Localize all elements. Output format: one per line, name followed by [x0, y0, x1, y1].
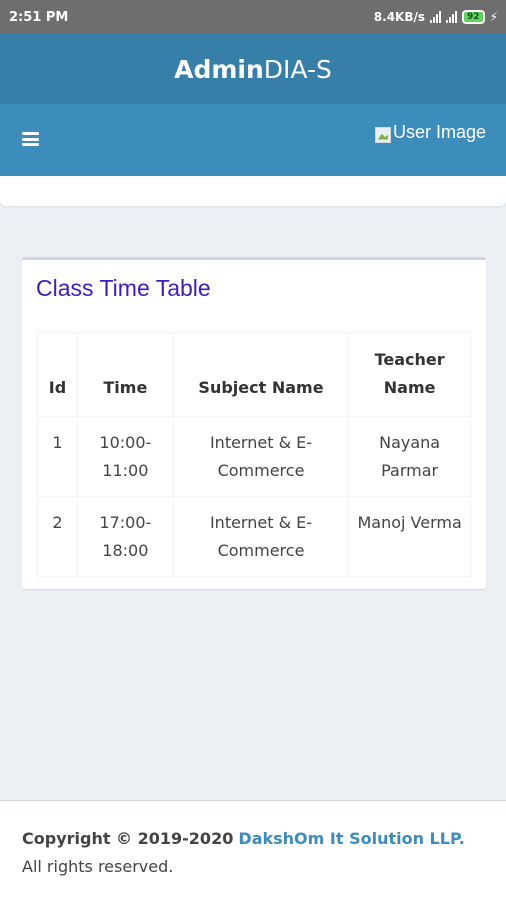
logo-bold: Admin: [174, 54, 264, 84]
table-row: 2 17:00-18:00 Internet & E-Commerce Mano…: [37, 496, 471, 577]
col-header-id: Id: [37, 332, 78, 417]
cell-subject: Internet & E-Commerce: [172, 496, 350, 577]
cell-id: 1: [37, 416, 78, 497]
broken-image-icon: [374, 126, 391, 143]
col-header-time: Time: [76, 332, 174, 417]
cell-teacher: Nayana Parmar: [348, 416, 471, 497]
cell-id: 2: [37, 496, 78, 577]
cell-teacher: Manoj Verma: [348, 496, 471, 577]
status-bar: 2:51 PM 8.4KB/s 92 ⚡: [0, 0, 506, 34]
cell-time: 10:00-11:00: [76, 416, 174, 497]
col-header-subject: Subject Name: [172, 332, 350, 417]
hamburger-icon[interactable]: [22, 132, 39, 146]
signal-icon-2: [446, 11, 458, 23]
battery-icon: 92: [462, 10, 485, 24]
signal-icon: [430, 11, 442, 23]
company-link[interactable]: DakshOm It Solution LLP.: [238, 829, 464, 848]
user-menu[interactable]: User Image: [374, 122, 486, 143]
table-header-row: Id Time Subject Name Teacher Name: [37, 332, 471, 417]
cell-time: 17:00-18:00: [76, 496, 174, 577]
timetable-card: Class Time Table Id Time Subject Name Te…: [22, 257, 486, 589]
rights-text: All rights reserved.: [22, 857, 174, 876]
footer: Copyright © 2019-2020 DakshOm It Solutio…: [0, 800, 506, 900]
status-icons: 8.4KB/s 92 ⚡: [374, 10, 498, 24]
timetable: Id Time Subject Name Teacher Name 1 10:0…: [37, 332, 471, 577]
status-time: 2:51 PM: [9, 9, 69, 25]
net-speed: 8.4KB/s: [373, 10, 426, 24]
table-row: 1 10:00-11:00 Internet & E-Commerce Naya…: [37, 416, 471, 497]
logo-bar[interactable]: Admin DIA-S: [0, 34, 506, 104]
user-image-alt: User Image: [392, 122, 486, 142]
content-header: [0, 176, 506, 206]
top-navbar: User Image: [0, 104, 506, 176]
copyright-text: Copyright © 2019-2020: [22, 829, 234, 848]
logo-light: DIA-S: [263, 54, 332, 84]
cell-subject: Internet & E-Commerce: [172, 416, 350, 497]
charging-icon: ⚡: [489, 10, 498, 24]
col-header-teacher: Teacher Name: [348, 332, 471, 417]
card-title: Class Time Table: [36, 275, 211, 301]
